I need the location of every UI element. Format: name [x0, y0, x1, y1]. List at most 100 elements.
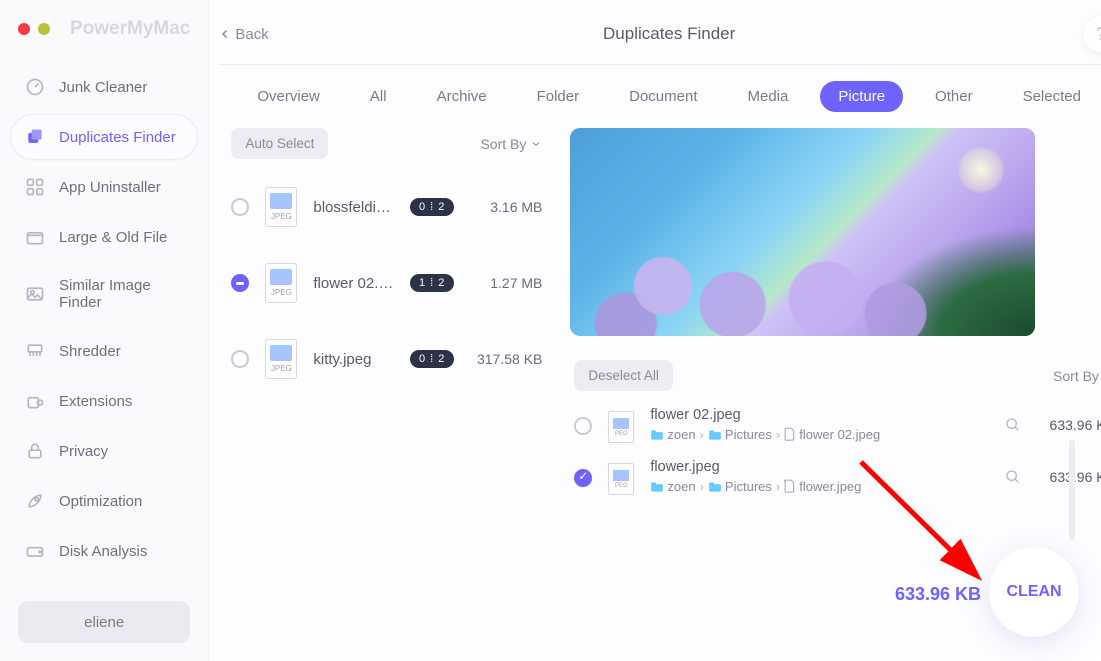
tab-label: Archive [437, 88, 487, 105]
sidebar-item-privacy[interactable]: Privacy [10, 428, 198, 474]
chevron-left-icon [219, 28, 231, 40]
grid-icon [25, 177, 45, 197]
reveal-icon[interactable] [1005, 469, 1021, 485]
path-segment: flower.jpeg [799, 479, 861, 494]
sidebar-item-extensions[interactable]: Extensions [10, 378, 198, 424]
main-panel: Back Duplicates Finder ? Overview All Ar… [209, 0, 1101, 661]
file-icon [784, 479, 796, 493]
sort-label: Sort By [1053, 368, 1099, 384]
group-actions: Auto Select Sort By [219, 128, 554, 169]
tab-all[interactable]: All [352, 81, 405, 112]
help-icon: ? [1096, 24, 1101, 45]
sidebar: PowerMyMac Junk Cleaner Duplicates Finde… [0, 0, 209, 661]
folder-icon [708, 429, 722, 441]
sidebar-item-similar-image-finder[interactable]: Similar Image Finder [10, 264, 198, 324]
sidebar-item-optimization[interactable]: Optimization [10, 478, 198, 524]
breadcrumb: zoen › Pictures › flower 02.jpeg [650, 427, 989, 442]
path-segment: zoen [667, 427, 695, 442]
count-badge: 0 ⁞ 2 [410, 198, 454, 216]
deselect-all-button[interactable]: Deselect All [574, 360, 673, 391]
puzzle-icon [25, 391, 45, 411]
back-label: Back [235, 26, 268, 43]
sidebar-item-label: Privacy [59, 443, 108, 460]
checkbox[interactable] [231, 198, 249, 216]
duplicate-name: flower 02.jpeg [650, 407, 989, 423]
user-name: eliene [84, 614, 124, 631]
scrollbar[interactable] [1069, 440, 1075, 540]
file-name: flower 02.jp... [313, 275, 394, 292]
sidebar-nav: Junk Cleaner Duplicates Finder App Unins… [0, 58, 208, 580]
folder-icon [708, 481, 722, 493]
tab-label: Overview [257, 88, 320, 105]
checkbox[interactable] [231, 350, 249, 368]
shredder-icon [25, 341, 45, 361]
tab-label: Other [935, 88, 973, 105]
sidebar-item-disk-analysis[interactable]: Disk Analysis [10, 528, 198, 574]
tab-media[interactable]: Media [730, 81, 807, 112]
tab-other[interactable]: Other [917, 81, 991, 112]
chevron-down-icon [530, 138, 542, 150]
duplicates-list: PEG flower 02.jpeg zoen › Pictures › flo… [570, 401, 1101, 501]
topbar: Back Duplicates Finder ? [219, 12, 1101, 56]
file-ext: JPEG [271, 288, 292, 297]
sidebar-item-label: App Uninstaller [59, 179, 161, 196]
sidebar-item-label: Disk Analysis [59, 543, 147, 560]
sidebar-item-shredder[interactable]: Shredder [10, 328, 198, 374]
sidebar-item-duplicates-finder[interactable]: Duplicates Finder [10, 114, 198, 160]
sort-label: Sort By [480, 136, 526, 152]
close-icon[interactable] [18, 23, 30, 35]
duplicate-size: 633.96 KB [1037, 417, 1101, 433]
gauge-icon [25, 77, 45, 97]
total-size: 633.96 KB [895, 584, 981, 605]
tab-label: Document [629, 88, 697, 105]
sidebar-item-label: Extensions [59, 393, 132, 410]
minimize-icon[interactable] [38, 23, 50, 35]
sidebar-item-junk-cleaner[interactable]: Junk Cleaner [10, 64, 198, 110]
back-button[interactable]: Back [219, 26, 268, 43]
reveal-icon[interactable] [1005, 417, 1021, 433]
sort-by-button[interactable]: Sort By [480, 136, 542, 152]
duplicate-row[interactable]: PEG flower 02.jpeg zoen › Pictures › flo… [570, 401, 1101, 449]
duplicate-info: flower 02.jpeg zoen › Pictures › flower … [650, 407, 989, 442]
sidebar-item-large-old-file[interactable]: Large & Old File [10, 214, 198, 260]
tab-folder[interactable]: Folder [519, 81, 598, 112]
button-label: Auto Select [245, 136, 314, 151]
help-button[interactable]: ? [1083, 16, 1101, 52]
sidebar-item-app-uninstaller[interactable]: App Uninstaller [10, 164, 198, 210]
tab-label: Folder [537, 88, 580, 105]
image-preview [570, 128, 1035, 336]
file-groups-panel: Auto Select Sort By JPEG blossfeldia... … [219, 128, 554, 661]
file-icon [784, 427, 796, 441]
sort-by-button[interactable]: Sort By [1053, 368, 1101, 384]
filter-tabs: Overview All Archive Folder Document Med… [219, 64, 1101, 128]
file-ext: JPEG [271, 212, 292, 221]
content-area: Auto Select Sort By JPEG blossfeldia... … [219, 128, 1101, 661]
checkbox-partial[interactable] [231, 274, 249, 292]
file-group-row[interactable]: JPEG blossfeldia... 0 ⁞ 2 3.16 MB [219, 169, 554, 245]
clean-button[interactable]: CLEAN [989, 547, 1079, 637]
file-size: 317.58 KB [470, 351, 542, 367]
file-group-row[interactable]: JPEG kitty.jpeg 0 ⁞ 2 317.58 KB [219, 321, 554, 397]
tab-label: Picture [838, 88, 885, 105]
file-group-row[interactable]: JPEG flower 02.jp... 1 ⁞ 2 1.27 MB [219, 245, 554, 321]
image-icon [25, 284, 45, 304]
checkbox[interactable] [574, 417, 592, 435]
tab-label: Selected [1023, 88, 1081, 105]
tab-overview[interactable]: Overview [239, 81, 338, 112]
page-title: Duplicates Finder [219, 24, 1101, 44]
duplicate-row[interactable]: PEG flower.jpeg zoen › Pictures › flower… [570, 453, 1101, 501]
button-label: Deselect All [588, 368, 659, 383]
path-segment: zoen [667, 479, 695, 494]
tab-picture[interactable]: Picture [820, 81, 903, 112]
checkbox-checked[interactable] [574, 469, 592, 487]
box-icon [25, 227, 45, 247]
path-segment: flower 02.jpeg [799, 427, 880, 442]
user-account-button[interactable]: eliene [18, 601, 190, 643]
auto-select-button[interactable]: Auto Select [231, 128, 328, 159]
rocket-icon [25, 491, 45, 511]
tab-document[interactable]: Document [611, 81, 715, 112]
count-badge: 0 ⁞ 2 [410, 350, 454, 368]
file-ext: JPEG [271, 364, 292, 373]
tab-selected[interactable]: Selected [1005, 81, 1099, 112]
tab-archive[interactable]: Archive [419, 81, 505, 112]
